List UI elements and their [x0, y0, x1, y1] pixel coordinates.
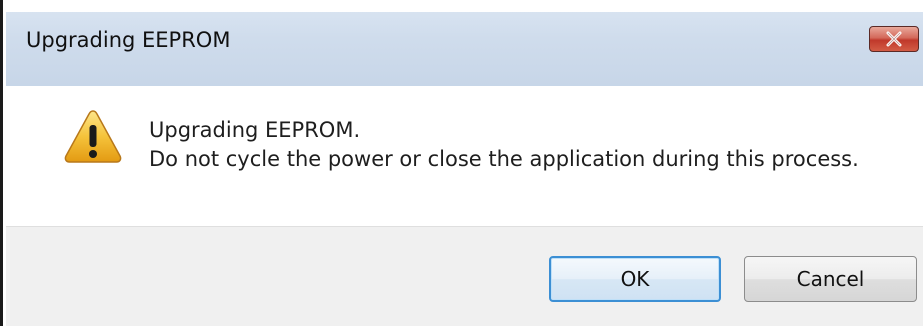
ok-button[interactable]: OK: [549, 256, 721, 302]
close-button[interactable]: [869, 26, 919, 52]
close-icon: [886, 31, 902, 47]
title-bar-top-edge: [6, 0, 923, 12]
message-line-2: Do not cycle the power or close the appl…: [149, 147, 859, 171]
warning-icon: [64, 110, 122, 163]
message-line-1: Upgrading EEPROM.: [149, 118, 361, 142]
window-title: Upgrading EEPROM: [26, 28, 231, 52]
upgrade-dialog: Upgrading EEPROM Upgrading EEPROM. Do no…: [0, 0, 923, 326]
cancel-button[interactable]: Cancel: [744, 256, 917, 302]
